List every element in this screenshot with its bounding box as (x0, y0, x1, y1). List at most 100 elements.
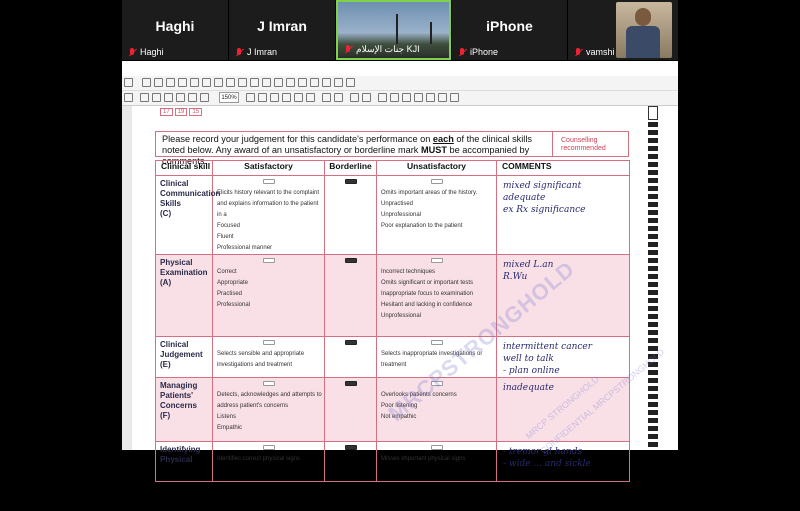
handwritten-comment: - tremor gl hands - wide ... and sickle (503, 447, 591, 469)
fit-page-icon[interactable] (246, 93, 255, 102)
save-icon[interactable] (166, 78, 175, 87)
bookmark-icon[interactable] (214, 78, 223, 87)
sign-icon[interactable] (310, 78, 319, 87)
mic-muted-icon (574, 47, 583, 57)
participant-tile-iphone[interactable]: iPhone iPhone (452, 0, 567, 60)
borderline-checkbox[interactable] (344, 445, 357, 450)
zoom-out-icon[interactable] (200, 93, 209, 102)
fit-width-icon[interactable] (258, 93, 267, 102)
skill-cell: Clinical Judgement (E) (155, 336, 213, 378)
participant-tile-haghi[interactable]: Haghi Haghi (122, 0, 228, 60)
comments-cell[interactable]: mixed significant adequate ex Rx significa… (496, 175, 630, 255)
video-call-strip: Haghi Haghi J Imran J Imran جنات الإسلام… (0, 0, 800, 61)
satisfactory-checkbox[interactable] (262, 258, 275, 263)
highlight-icon[interactable] (226, 78, 235, 87)
unsatisfactory-checkbox[interactable] (430, 179, 443, 184)
handwritten-comment: mixed significant adequate ex Rx significa… (503, 181, 586, 215)
comment-icon[interactable] (378, 93, 387, 102)
actual-size-icon[interactable] (270, 93, 279, 102)
participant-name: J Imran (247, 47, 278, 57)
instruction-banner: Please record your judgement for this ca… (155, 131, 629, 166)
participant-name-label: vamshi (574, 47, 615, 57)
two-page-icon[interactable] (294, 93, 303, 102)
text-icon[interactable] (274, 78, 283, 87)
descriptor-text: Omits significant or important tests (381, 280, 474, 286)
satisfactory-checkbox[interactable] (262, 179, 275, 184)
prev-page-icon[interactable] (350, 93, 359, 102)
video-icon[interactable] (438, 93, 447, 102)
descriptor-text: Poor explanation to the patient (381, 223, 463, 229)
descriptor-text: Unprofessional (381, 313, 422, 319)
skill-cell: Managing Patients' Concerns (F) (155, 377, 213, 442)
stamp-icon[interactable] (250, 78, 259, 87)
single-page-icon[interactable] (282, 93, 291, 102)
descriptor-text: Professional (217, 302, 251, 308)
menu-icon[interactable] (124, 93, 133, 102)
find-icon[interactable] (202, 78, 211, 87)
pen-icon[interactable] (390, 93, 399, 102)
participant-name-label: iPhone (458, 47, 498, 57)
participant-name: Haghi (140, 47, 164, 57)
zoom-in-button-icon[interactable] (188, 93, 197, 102)
print-icon[interactable] (142, 78, 151, 87)
zoom-tool-icon[interactable] (176, 93, 185, 102)
counselling-recommended-box[interactable]: Counselling recommended (552, 132, 628, 156)
participant-name-label: جنات الإسلام KJI (344, 44, 420, 55)
crop-icon[interactable] (334, 78, 343, 87)
descriptor-text: Practised (217, 291, 243, 297)
borderline-checkbox[interactable] (344, 340, 357, 345)
unsatisfactory-checkbox[interactable] (430, 340, 443, 345)
descriptor-text: Elicits history relevant to the complain… (217, 190, 320, 218)
satisfactory-checkbox[interactable] (262, 445, 275, 450)
unsatisfactory-checkbox[interactable] (430, 445, 443, 450)
select-icon[interactable] (152, 93, 161, 102)
skill-cell: Physical Examination (A) (155, 254, 213, 337)
borderline-checkbox[interactable] (344, 258, 357, 263)
unsatisfactory-checkbox[interactable] (430, 258, 443, 263)
table-row: Clinical Communication Skills (C) Elicits hi… (155, 175, 630, 255)
descriptor-text: Empathic (217, 425, 243, 431)
borderline-cell (324, 175, 377, 255)
participant-tile-active-speaker[interactable]: جنات الإسلام KJI (336, 0, 451, 60)
rotate-icon[interactable] (346, 78, 355, 87)
attach-icon[interactable] (298, 78, 307, 87)
rotate-left-icon[interactable] (322, 93, 331, 102)
continuous-icon[interactable] (306, 93, 315, 102)
col-header-skill: Clinical skill (155, 160, 213, 176)
redo-icon[interactable] (190, 78, 199, 87)
skill-name: Managing Patients' Concerns (F) (160, 381, 198, 420)
participant-tile-vamshi[interactable]: vamshi (568, 0, 678, 60)
eraser-icon[interactable] (402, 93, 411, 102)
undo-icon[interactable] (178, 78, 187, 87)
skill-name: Clinical Judgement (E) (160, 340, 203, 369)
next-page-icon[interactable] (362, 93, 371, 102)
col-header-comments: COMMENTS (496, 160, 630, 176)
borderline-checkbox[interactable] (344, 381, 357, 386)
comments-cell[interactable]: intermittent cancer well to talk - plan on… (496, 336, 630, 378)
satisfactory-cell: Correct Appropriate Practised Professional (212, 254, 325, 337)
satisfactory-checkbox[interactable] (262, 381, 275, 386)
snapshot-icon[interactable] (164, 93, 173, 102)
note-icon[interactable] (238, 78, 247, 87)
satisfactory-checkbox[interactable] (262, 340, 275, 345)
zoom-level-select[interactable]: 150% (219, 92, 239, 103)
table-row: Identifying Physical Identifies correct ph… (155, 441, 630, 482)
shape-icon[interactable] (262, 78, 271, 87)
vertical-scrollbar[interactable] (648, 106, 658, 450)
zoom-in-icon[interactable] (154, 78, 163, 87)
open-icon[interactable] (124, 78, 133, 87)
comments-cell[interactable]: - tremor gl hands - wide ... and sickle (496, 441, 630, 482)
hand-tool-icon[interactable] (140, 93, 149, 102)
borderline-checkbox[interactable] (344, 179, 357, 184)
link-icon[interactable] (286, 78, 295, 87)
skill-cell: Identifying Physical (155, 441, 213, 482)
scrollbar-thumb[interactable] (648, 106, 658, 120)
rotate-right-icon[interactable] (334, 93, 343, 102)
participant-tile-jimran[interactable]: J Imran J Imran (229, 0, 335, 60)
image-icon[interactable] (426, 93, 435, 102)
handwritten-comment: intermittent cancer well to talk - plan on… (503, 342, 593, 376)
candidate-digit: 17 (160, 108, 173, 116)
measure-icon[interactable] (322, 78, 331, 87)
typewriter-icon[interactable] (414, 93, 423, 102)
settings-icon[interactable] (450, 93, 459, 102)
